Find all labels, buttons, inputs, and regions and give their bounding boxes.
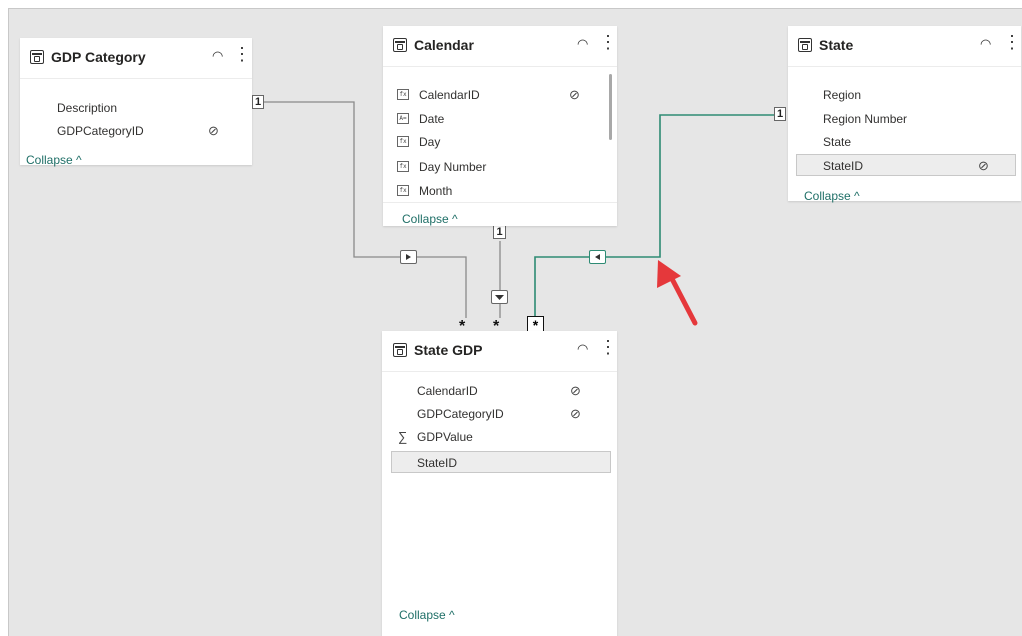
table-icon xyxy=(798,38,812,52)
filter-direction-right[interactable] xyxy=(400,250,417,264)
field-row[interactable]: GDPCategoryID ⊘ xyxy=(20,120,252,142)
table-title: Calendar xyxy=(414,37,474,53)
model-canvas[interactable]: 1 1 1 * * * GDP Category ◠ ⋮ Description… xyxy=(8,8,1022,636)
field-label: GDPValue xyxy=(417,430,473,444)
field-row[interactable]: Region xyxy=(788,84,1021,106)
field-row[interactable]: fx Day xyxy=(383,131,617,153)
field-label: Day Number xyxy=(419,160,487,174)
hidden-eye-icon[interactable]: ⊘ xyxy=(208,120,219,142)
more-options-icon[interactable]: ⋮ xyxy=(599,337,617,357)
more-options-icon[interactable]: ⋮ xyxy=(599,32,617,52)
table-card-state[interactable]: State ◠ ⋮ Region Region Number State Sta… xyxy=(788,26,1021,203)
collapse-link[interactable]: Collapse ^ xyxy=(26,153,82,167)
field-row[interactable]: Description xyxy=(20,97,252,119)
table-card-calendar[interactable]: Calendar ◠ ⋮ fx CalendarID ⊘ A= Date fx … xyxy=(383,26,617,226)
field-row[interactable]: fx CalendarID ⊘ xyxy=(383,84,617,106)
field-label: GDPCategoryID xyxy=(57,124,144,138)
field-label: Region Number xyxy=(823,112,908,126)
field-row[interactable]: A= Date xyxy=(383,108,617,130)
table-card-state-gdp[interactable]: State GDP ◠ ⋮ CalendarID ⊘ GDPCategoryID… xyxy=(382,331,617,636)
visibility-eye-icon[interactable]: ◠ xyxy=(980,36,991,52)
table-header[interactable]: GDP Category ◠ ⋮ xyxy=(20,38,252,79)
table-header[interactable]: Calendar ◠ ⋮ xyxy=(383,26,617,67)
field-row-selected[interactable]: StateID xyxy=(391,451,611,473)
hidden-eye-icon[interactable]: ⊘ xyxy=(570,403,581,425)
table-card-gdp-category[interactable]: GDP Category ◠ ⋮ Description GDPCategory… xyxy=(20,38,252,167)
filter-direction-left[interactable] xyxy=(589,250,606,264)
field-label: StateID xyxy=(417,456,458,470)
table-title: State xyxy=(819,37,854,53)
scrollbar[interactable] xyxy=(609,74,612,140)
field-row[interactable]: Region Number xyxy=(788,108,1021,130)
calc-column-icon: fx xyxy=(397,89,409,100)
sigma-icon: ∑ xyxy=(398,429,408,444)
one-marker-gdp-category: 1 xyxy=(252,95,264,109)
table-title: State GDP xyxy=(414,342,483,358)
one-marker-calendar: 1 xyxy=(493,225,506,239)
filter-direction-down[interactable] xyxy=(491,290,508,304)
field-label: CalendarID xyxy=(417,384,478,398)
field-label: GDPCategoryID xyxy=(417,407,504,421)
table-header[interactable]: State ◠ ⋮ xyxy=(788,26,1021,67)
field-row[interactable]: fx Month xyxy=(383,180,617,202)
field-label: CalendarID xyxy=(419,88,480,102)
hidden-eye-icon[interactable]: ⊘ xyxy=(569,84,580,106)
calc-column-icon: fx xyxy=(397,185,409,196)
field-label: StateID xyxy=(823,159,864,173)
table-icon xyxy=(393,343,407,357)
field-row[interactable]: ∑ GDPValue xyxy=(382,426,617,448)
more-options-icon[interactable]: ⋮ xyxy=(1003,32,1021,52)
field-label: Date xyxy=(419,112,445,126)
visibility-eye-icon[interactable]: ◠ xyxy=(577,36,588,52)
divider xyxy=(383,202,617,203)
field-label: Month xyxy=(419,184,453,198)
field-row[interactable]: CalendarID ⊘ xyxy=(382,380,617,402)
table-header[interactable]: State GDP ◠ ⋮ xyxy=(382,331,617,372)
visibility-eye-icon[interactable]: ◠ xyxy=(212,48,223,64)
field-row-selected[interactable]: StateID ⊘ xyxy=(796,154,1016,176)
collapse-link[interactable]: Collapse ^ xyxy=(804,189,860,203)
field-row[interactable]: fx Day Number xyxy=(383,156,617,178)
text-column-icon: A= xyxy=(397,113,409,124)
one-marker-state: 1 xyxy=(774,107,786,121)
collapse-link[interactable]: Collapse ^ xyxy=(399,608,455,622)
table-title: GDP Category xyxy=(51,49,146,65)
calc-column-icon: fx xyxy=(397,161,409,172)
visibility-eye-icon[interactable]: ◠ xyxy=(577,341,588,357)
more-options-icon[interactable]: ⋮ xyxy=(233,44,251,64)
field-label: Region xyxy=(823,88,862,102)
annotation-arrow-shaft xyxy=(666,270,698,326)
hidden-eye-icon[interactable]: ⊘ xyxy=(570,380,581,402)
field-label: State xyxy=(823,135,852,149)
collapse-link[interactable]: Collapse ^ xyxy=(402,212,458,226)
field-label: Description xyxy=(57,101,118,115)
calc-column-icon: fx xyxy=(397,136,409,147)
field-label: Day xyxy=(419,135,441,149)
field-row[interactable]: GDPCategoryID ⊘ xyxy=(382,403,617,425)
table-icon xyxy=(30,50,44,64)
table-icon xyxy=(393,38,407,52)
field-row[interactable]: State xyxy=(788,131,1021,153)
hidden-eye-icon[interactable]: ⊘ xyxy=(978,155,989,177)
